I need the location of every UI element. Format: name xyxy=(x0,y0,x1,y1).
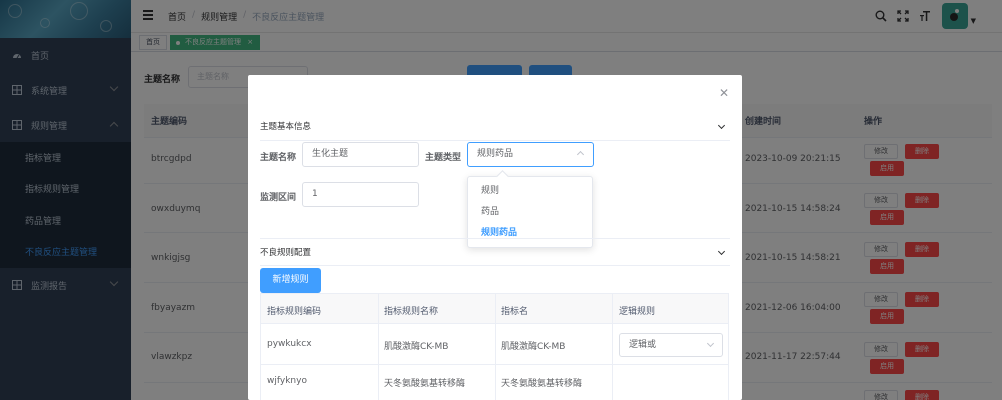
column-header-rule-name: 指标规则名称 xyxy=(384,307,439,317)
topic-type-select[interactable]: 规则药品 xyxy=(467,142,594,167)
option-drug[interactable]: 药品 xyxy=(468,202,592,223)
column-header-logic: 逻辑规则 xyxy=(619,307,656,317)
column-header-rule-code: 指标规则编码 xyxy=(267,307,322,317)
topic-name-label: 主题名称 xyxy=(260,153,297,163)
section-basic-info[interactable]: 主题基本信息 xyxy=(260,113,730,141)
add-rule-button[interactable]: 新增规则 xyxy=(260,268,321,293)
rule-row-code: wjfyknyo xyxy=(267,376,307,386)
topic-name-input[interactable]: 生化主题 xyxy=(302,142,419,167)
logic-select[interactable]: 逻辑或 xyxy=(619,333,723,357)
column-header-indicator: 指标名 xyxy=(501,307,529,317)
chevron-up-icon xyxy=(576,150,585,159)
rule-row-code: pywkukcx xyxy=(267,339,312,349)
rule-row-indicator: 天冬氨酸氨基转移酶 xyxy=(501,379,583,389)
rule-table: 指标规则编码 指标规则名称 指标名 逻辑规则 pywkukcx 肌酸激酶CK-M… xyxy=(260,293,729,400)
topic-type-label: 主题类型 xyxy=(425,153,462,163)
option-rule[interactable]: 规则 xyxy=(468,181,592,202)
rule-row-indicator: 肌酸激酶CK-MB xyxy=(501,342,566,352)
chevron-down-icon xyxy=(717,247,726,256)
close-icon[interactable]: ✕ xyxy=(718,87,730,99)
rule-row-name: 肌酸激酶CK-MB xyxy=(384,342,449,352)
interval-label: 监测区间 xyxy=(260,193,297,203)
chevron-down-icon xyxy=(717,121,726,130)
rule-row-name: 天冬氨酸氨基转移酶 xyxy=(384,379,466,389)
chevron-down-icon xyxy=(706,339,715,348)
topic-edit-dialog: ✕ 主题基本信息 主题名称 生化主题 主题类型 规则药品 监测区间 1 规则 药… xyxy=(248,75,742,400)
section-rule-config[interactable]: 不良规则配置 xyxy=(260,238,730,266)
interval-input[interactable]: 1 xyxy=(302,182,419,207)
